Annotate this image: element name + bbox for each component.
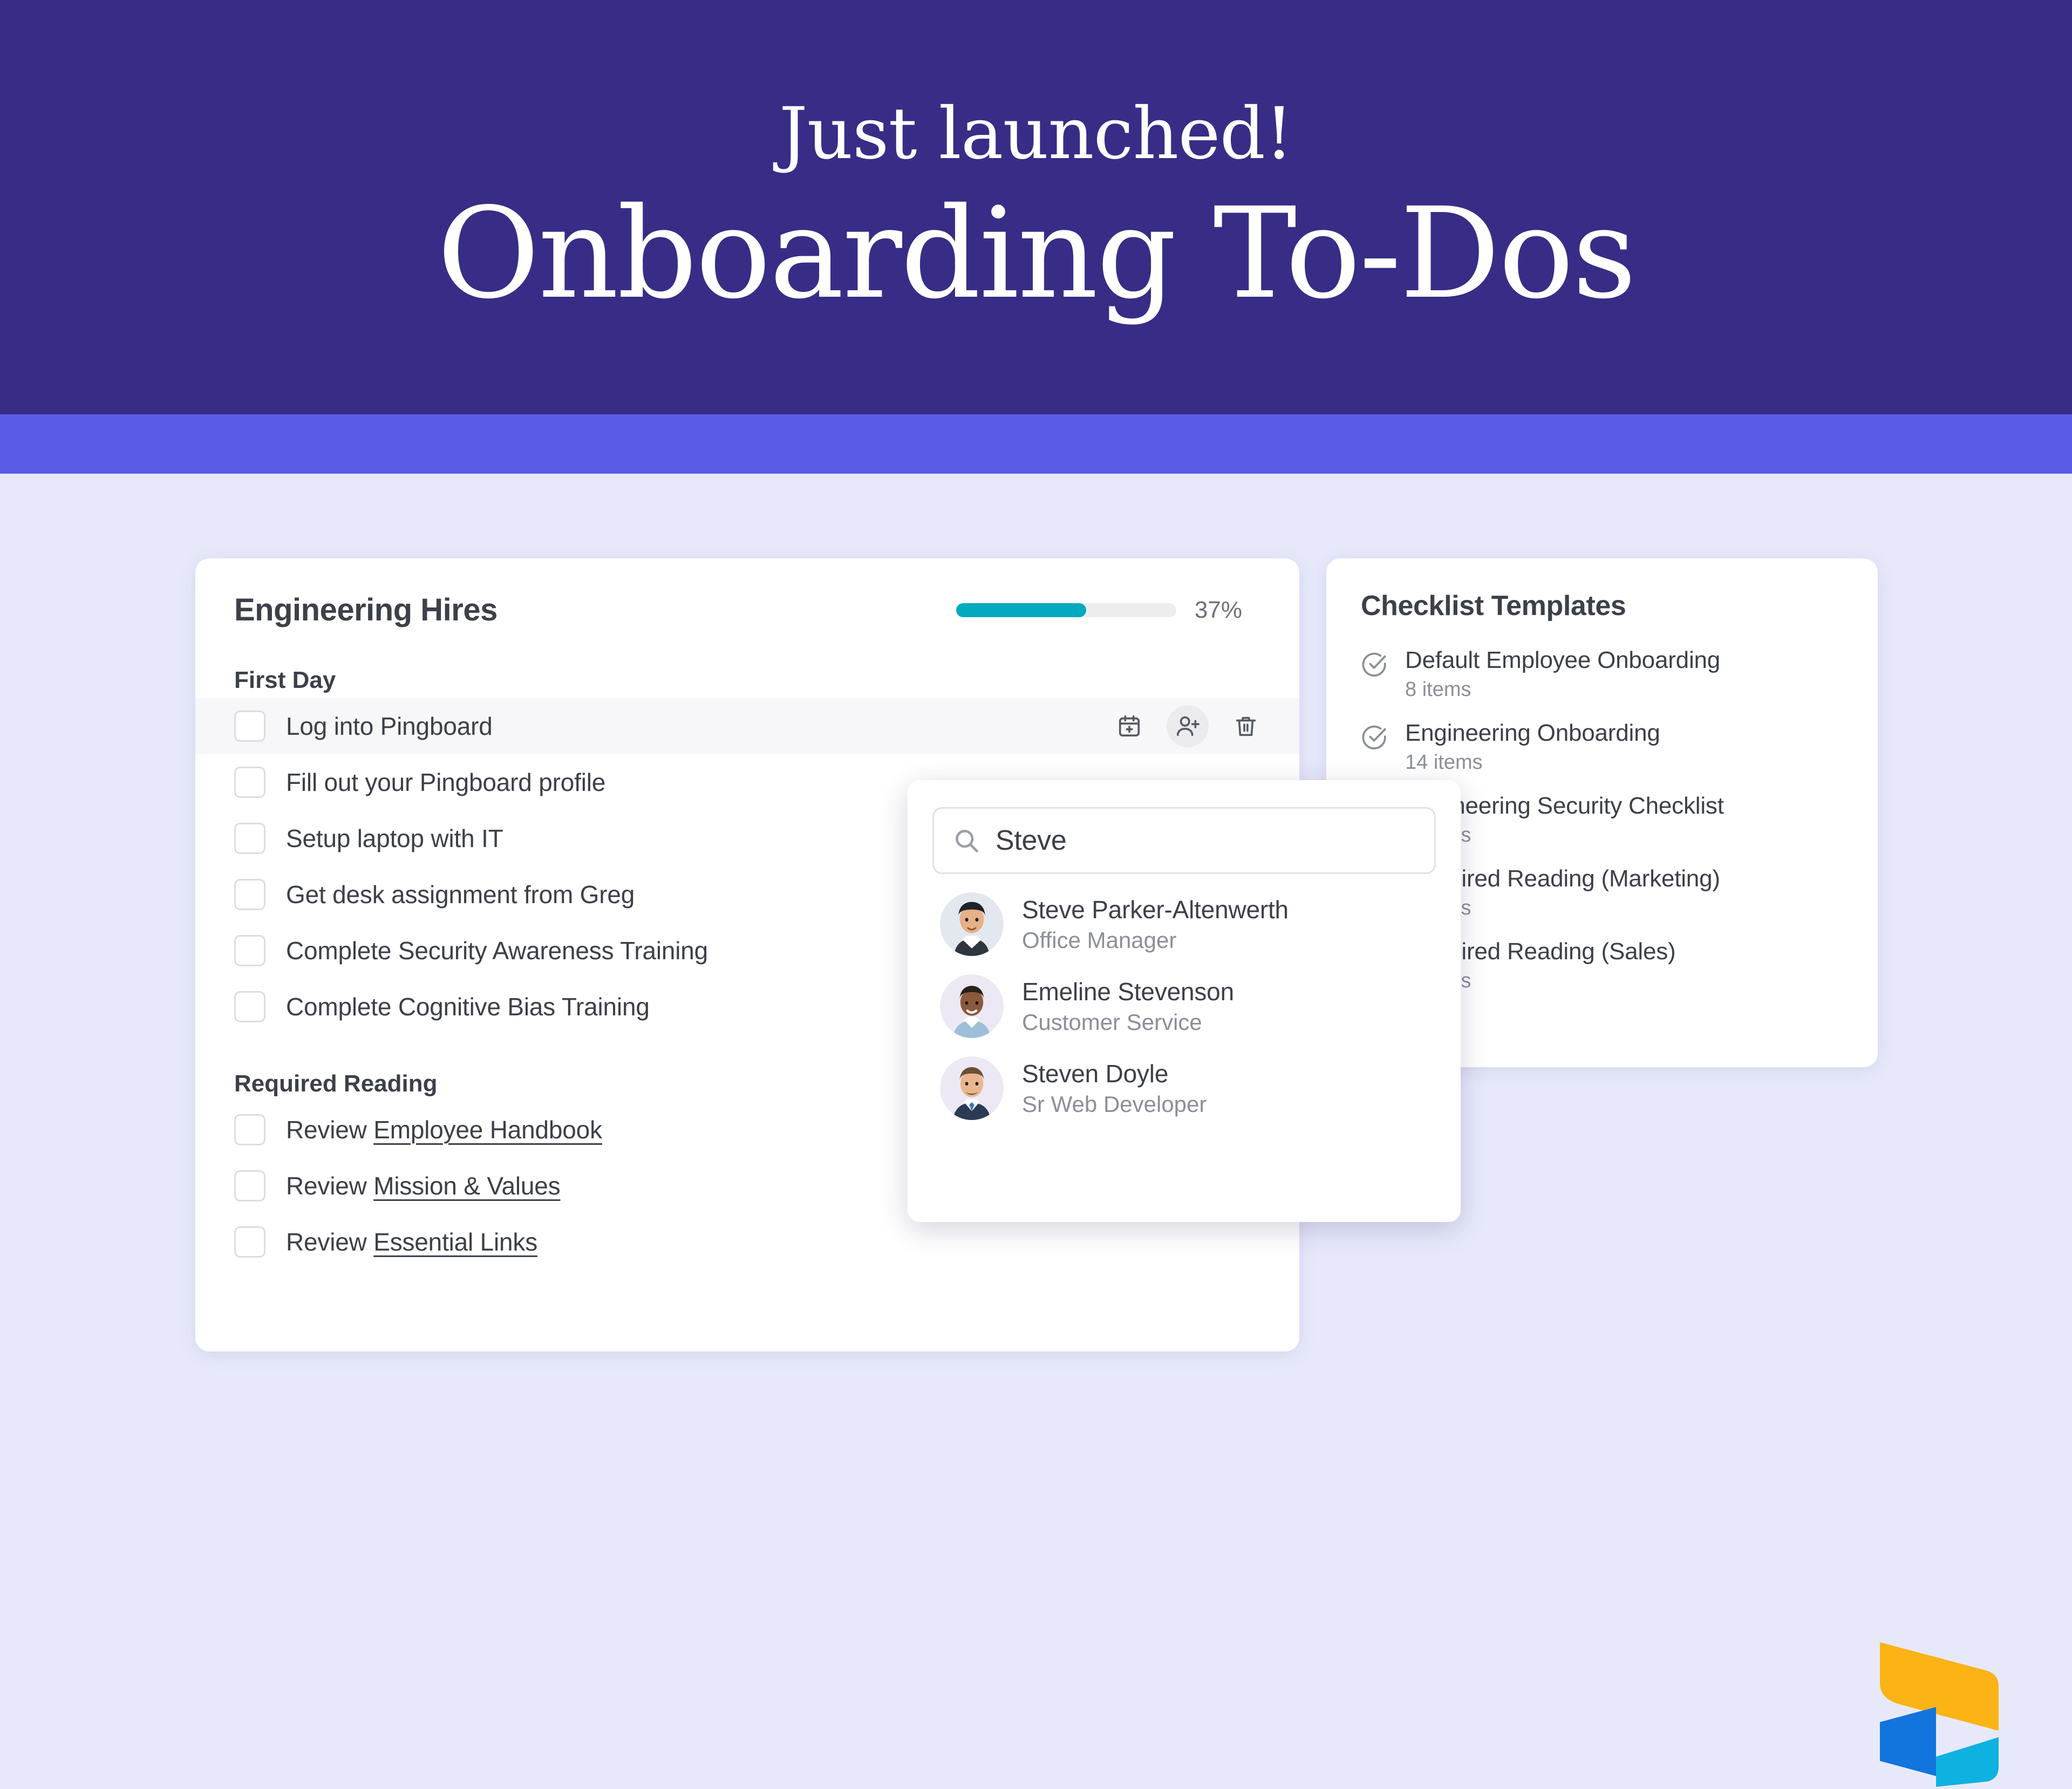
task-checkbox[interactable]	[234, 823, 265, 854]
assignee-search-popup: Steve Steve Parker-Altenwerth Office Man…	[908, 780, 1461, 1222]
task-link[interactable]: Employee Handbook	[373, 1116, 602, 1144]
task-label: Complete Security Awareness Training	[286, 937, 708, 965]
progress-percent-label: 37%	[1194, 596, 1242, 623]
banner-kicker: Just launched!	[779, 92, 1293, 175]
list-item[interactable]: Emeline Stevenson Customer Service	[932, 956, 1436, 1038]
task-checkbox[interactable]	[234, 991, 265, 1022]
template-count: 14 items	[1405, 751, 1483, 774]
person-role: Office Manager	[1022, 927, 1177, 953]
avatar	[940, 892, 1004, 956]
task-checkbox[interactable]	[234, 1114, 265, 1145]
page-title: Engineering Hires	[234, 592, 497, 627]
task-checkbox[interactable]	[234, 1226, 265, 1258]
search-icon	[952, 827, 980, 855]
task-link[interactable]: Essential Links	[373, 1228, 537, 1256]
list-item[interactable]: Default Employee Onboarding 8 items	[1326, 647, 1878, 720]
template-text: Default Employee Onboarding 8 items	[1405, 647, 1720, 701]
task-label: Review Employee Handbook	[286, 1115, 602, 1144]
task-prefix: Review	[286, 1172, 374, 1200]
task-label: Log into Pingboard	[286, 712, 493, 740]
task-row[interactable]: Log into Pingboard	[195, 698, 1299, 754]
template-count: 8 items	[1405, 678, 1471, 701]
task-label: Complete Cognitive Bias Training	[286, 993, 650, 1021]
template-name: Engineering Onboarding	[1405, 720, 1660, 746]
person-text: Steven Doyle Sr Web Developer	[1022, 1059, 1207, 1117]
task-link[interactable]: Mission & Values	[373, 1172, 560, 1200]
task-label: Review Essential Links	[286, 1227, 537, 1257]
banner-title: Onboarding To-Dos	[437, 181, 1637, 326]
list-item[interactable]: Steve Parker-Altenwerth Office Manager	[932, 874, 1436, 956]
avatar	[940, 974, 1004, 1038]
person-plus-icon[interactable]	[1167, 705, 1209, 747]
section-heading-first-day: First Day	[234, 667, 336, 693]
task-checkbox[interactable]	[234, 935, 265, 966]
task-label: Fill out your Pingboard profile	[286, 768, 606, 796]
task-prefix: Review	[286, 1228, 374, 1256]
template-text: Engineering Onboarding 14 items	[1405, 720, 1660, 774]
search-input[interactable]: Steve	[932, 807, 1436, 874]
person-role: Sr Web Developer	[1022, 1091, 1207, 1117]
task-row[interactable]: Review Essential Links	[195, 1214, 1299, 1270]
templates-title: Checklist Templates	[1361, 590, 1626, 622]
calendar-plus-icon[interactable]	[1108, 705, 1150, 747]
person-text: Emeline Stevenson Customer Service	[1022, 977, 1234, 1035]
task-label: Review Mission & Values	[286, 1171, 561, 1200]
trash-icon[interactable]	[1225, 705, 1267, 747]
card-header: Engineering Hires 37%	[195, 558, 1299, 628]
search-input-value: Steve	[996, 825, 1067, 856]
task-label: Setup laptop with IT	[286, 824, 503, 852]
avatar	[940, 1056, 1004, 1120]
promo-banner: Just launched! Onboarding To-Dos	[0, 0, 2072, 414]
check-circle-icon	[1360, 650, 1389, 679]
accent-band	[0, 414, 2072, 474]
person-text: Steve Parker-Altenwerth Office Manager	[1022, 895, 1289, 953]
person-name: Steve Parker-Altenwerth	[1022, 896, 1289, 924]
task-label: Get desk assignment from Greg	[286, 880, 635, 909]
person-role: Customer Service	[1022, 1009, 1202, 1035]
person-name: Emeline Stevenson	[1022, 978, 1234, 1006]
progress-track	[956, 603, 1176, 617]
task-checkbox[interactable]	[234, 767, 265, 798]
template-name: Default Employee Onboarding	[1405, 647, 1721, 673]
task-checkbox[interactable]	[234, 1170, 265, 1201]
pingboard-logo	[1873, 1638, 2012, 1789]
check-circle-icon	[1360, 723, 1389, 752]
task-row-actions	[1108, 705, 1267, 747]
progress-fill	[956, 603, 1086, 617]
person-name: Steven Doyle	[1022, 1060, 1169, 1088]
progress-group: 37%	[956, 597, 1260, 624]
task-checkbox[interactable]	[234, 879, 265, 910]
list-item[interactable]: Steven Doyle Sr Web Developer	[932, 1038, 1436, 1120]
task-prefix: Review	[286, 1116, 374, 1144]
task-checkbox[interactable]	[234, 711, 265, 742]
app-stage: Engineering Hires 37% First Day Log into…	[0, 474, 2072, 1787]
